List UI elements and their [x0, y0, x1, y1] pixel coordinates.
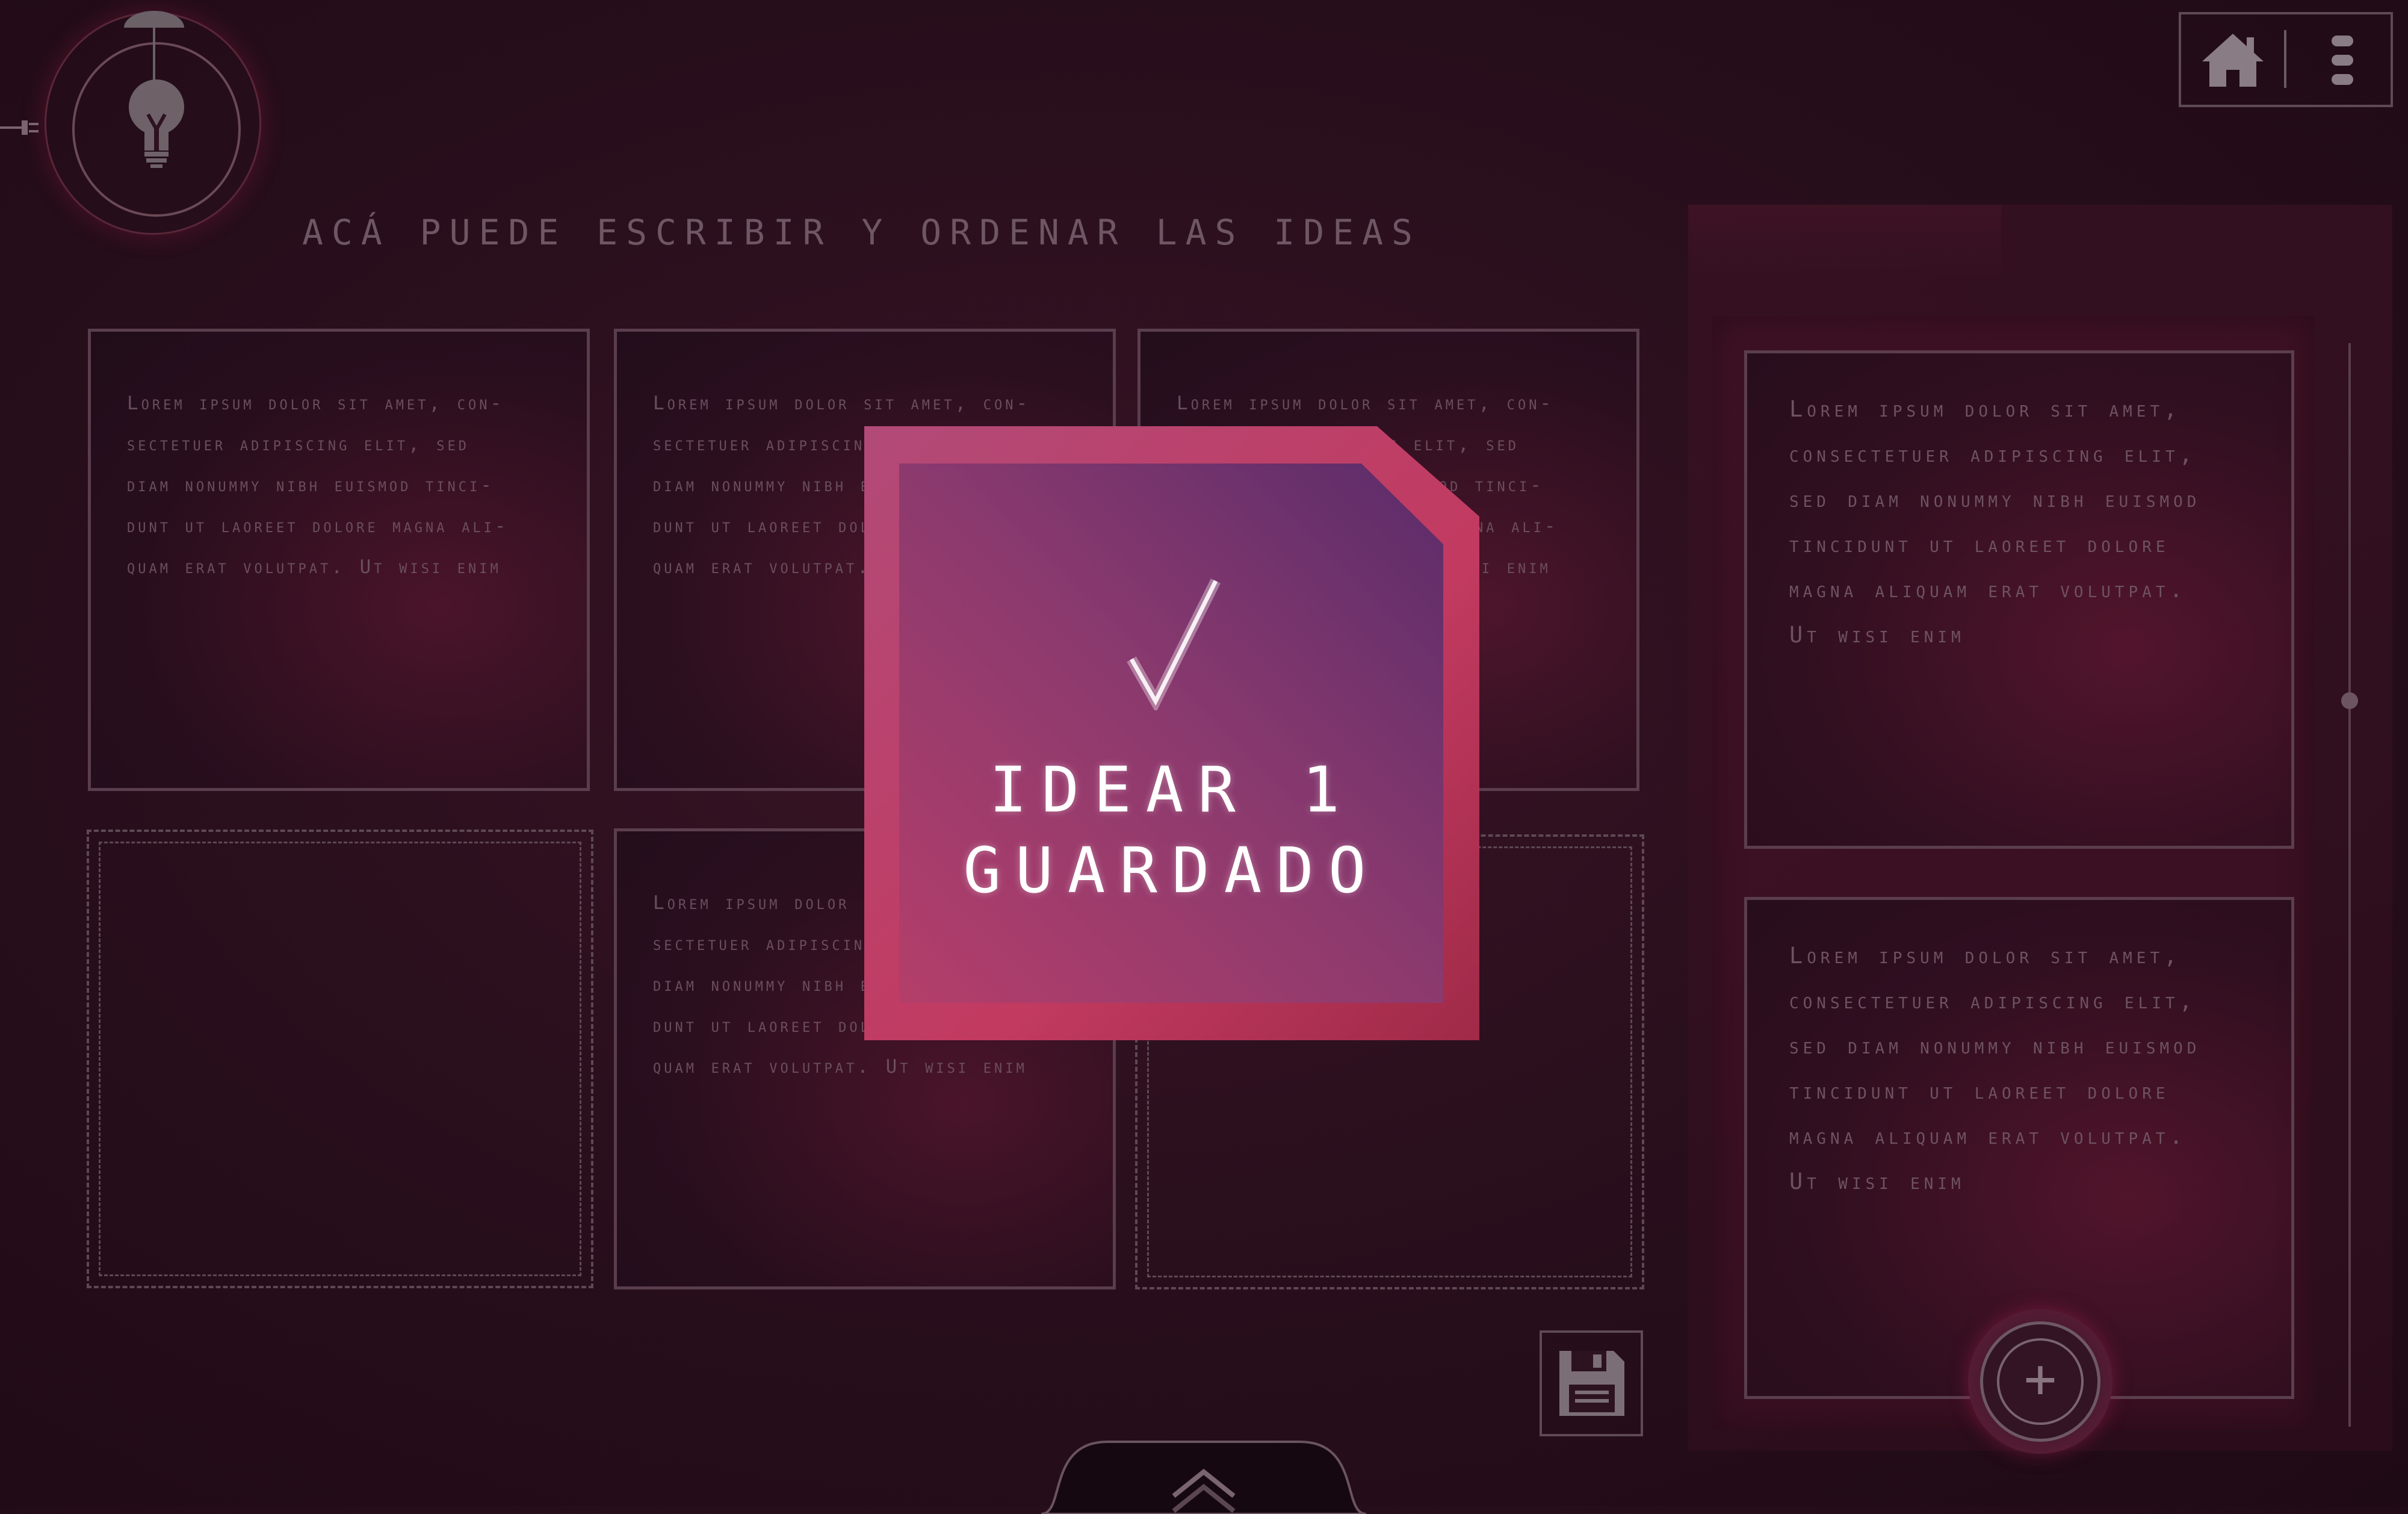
side-idea-card[interactable]: Lorem ipsum dolor sit amet, consectetuer… — [1744, 350, 2294, 849]
empty-idea-slot[interactable] — [87, 830, 593, 1288]
logo-lamp-wire — [153, 26, 155, 81]
side-scroll-thumb[interactable] — [2341, 692, 2358, 709]
floppy-disk-icon[interactable] — [1556, 1347, 1628, 1419]
side-scroll-track[interactable] — [2348, 343, 2351, 1427]
plus-icon[interactable]: + — [1997, 1338, 2084, 1425]
kebab-menu-icon[interactable] — [2329, 33, 2356, 87]
modal-title: IDEAR 1 GUARDADO — [963, 753, 1381, 907]
side-idea-card-text: Lorem ipsum dolor sit amet, consectetuer… — [1789, 396, 2201, 648]
plug-icon — [0, 120, 39, 135]
bottom-drawer-tab[interactable] — [1041, 1412, 1366, 1514]
empty-idea-slot-inner — [99, 842, 581, 1276]
side-panel-tab — [1688, 205, 2001, 277]
nav-separator — [2284, 30, 2286, 88]
home-icon[interactable] — [2200, 31, 2266, 89]
side-idea-card-text: Lorem ipsum dolor sit amet, consectetuer… — [1789, 943, 2201, 1194]
lightbulb-icon[interactable] — [126, 78, 187, 169]
checkmark-icon — [1127, 578, 1221, 710]
saved-confirmation-modal — [864, 426, 1479, 1040]
idea-card[interactable]: Lorem ipsum dolor sit amet, con- sectetu… — [88, 329, 590, 791]
idea-card-text: Lorem ipsum dolor sit amet, con- sectetu… — [127, 392, 509, 578]
instruction-text: ACÁ PUEDE ESCRIBIR Y ORDENAR LAS IDEAS — [302, 212, 1421, 253]
